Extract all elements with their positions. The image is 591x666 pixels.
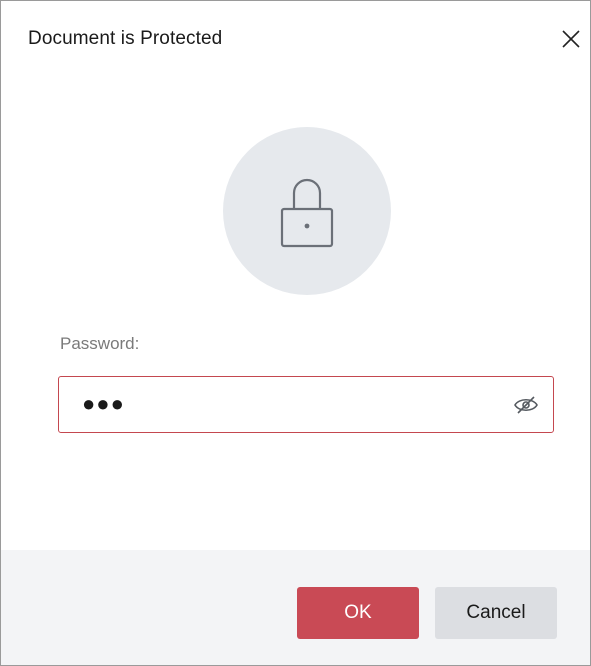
dialog-title: Document is Protected bbox=[28, 28, 223, 49]
lock-icon bbox=[280, 178, 334, 248]
lock-badge bbox=[223, 127, 391, 295]
show-password-toggle[interactable] bbox=[511, 392, 541, 418]
close-icon bbox=[562, 30, 580, 48]
eye-slash-icon bbox=[514, 396, 538, 414]
dialog-footer: OK Cancel bbox=[1, 550, 590, 665]
cancel-button[interactable]: Cancel bbox=[435, 587, 557, 639]
close-button[interactable] bbox=[557, 25, 585, 53]
password-dialog: Document is Protected Password: ●●● OK C bbox=[0, 0, 591, 666]
dialog-titlebar: Document is Protected bbox=[1, 1, 590, 81]
password-label: Password: bbox=[60, 334, 140, 353]
password-value[interactable]: ●●● bbox=[82, 391, 125, 417]
ok-button[interactable]: OK bbox=[297, 587, 419, 639]
password-input[interactable]: ●●● bbox=[58, 376, 554, 433]
